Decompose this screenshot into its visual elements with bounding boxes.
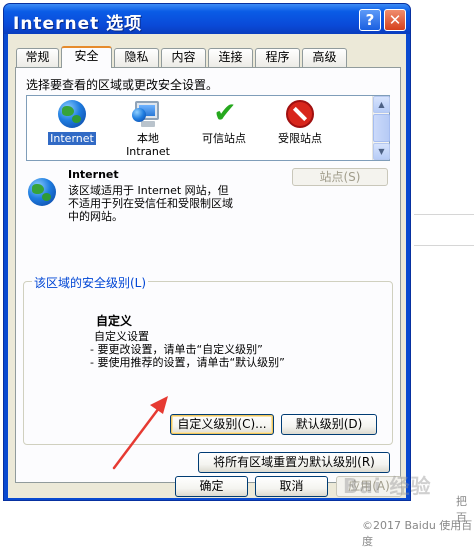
sites-button[interactable]: 站点(S) <box>292 168 388 186</box>
zone-description: 该区域适用于 Internet 网站，但 不适用于列在受信任和受限制区域 中的网… <box>68 184 268 223</box>
check-icon: ✔ <box>213 96 237 129</box>
zone-description-line: 该区域适用于 Internet 网站，但 <box>68 184 229 197</box>
zone-trusted-sites[interactable]: ✔ 可信站点 <box>191 96 257 146</box>
level-title: 自定义 <box>96 314 133 328</box>
zone-label: 本地 <box>137 132 159 145</box>
scroll-up-icon[interactable]: ▲ <box>373 96 390 113</box>
zone-description-line: 不适用于列在受信任和受限制区域 <box>68 197 233 210</box>
zone-info: Internet 该区域适用于 Internet 网站，但 不适用于列在受信任和… <box>26 168 396 228</box>
security-tab-panel: 选择要查看的区域或更改安全设置。 Internet 本地 Intranet ✔ … <box>15 67 401 483</box>
zone-label-line2: Intranet <box>126 145 170 158</box>
zone-prompt: 选择要查看的区域或更改安全设置。 <box>26 78 219 92</box>
ok-button[interactable]: 确定 <box>175 476 248 497</box>
help-icon: ? <box>365 11 375 29</box>
tab-privacy[interactable]: 隐私 <box>114 48 159 67</box>
background-divider <box>414 214 474 215</box>
close-icon: ✕ <box>388 11 402 29</box>
tab-connections[interactable]: 连接 <box>208 48 253 67</box>
zone-scrollbar[interactable]: ▲ ▼ <box>372 96 390 160</box>
level-line: - 要使用推荐的设置，请单击“默认级别” <box>90 356 285 369</box>
window-title: Internet 选项 <box>13 14 143 34</box>
restricted-icon <box>284 98 316 130</box>
dialog-client-area: 常规 安全 隐私 内容 连接 程序 高级 选择要查看的区域或更改安全设置。 In… <box>8 34 406 498</box>
zone-restricted-sites[interactable]: 受限站点 <box>267 98 333 145</box>
cancel-button[interactable]: 取消 <box>255 476 328 497</box>
tab-general[interactable]: 常规 <box>16 48 59 67</box>
scroll-down-icon[interactable]: ▼ <box>373 143 390 160</box>
tab-programs[interactable]: 程序 <box>255 48 300 67</box>
zone-description-line: 中的网站。 <box>68 210 123 223</box>
local-intranet-icon <box>132 98 164 130</box>
close-button[interactable]: ✕ <box>384 9 406 31</box>
zone-list[interactable]: Internet 本地 Intranet ✔ 可信站点 受限站点 ▲ ▼ <box>26 95 390 161</box>
zone-label: 可信站点 <box>202 132 246 145</box>
zone-internet[interactable]: Internet <box>39 98 105 145</box>
default-level-button[interactable]: 默认级别(D) <box>281 414 377 435</box>
tab-advanced[interactable]: 高级 <box>302 48 347 67</box>
baidu-logo-watermark: Bai 经验 <box>343 474 432 498</box>
title-bar[interactable]: Internet 选项 ? ✕ <box>4 4 410 34</box>
scroll-thumb[interactable] <box>373 114 390 142</box>
background-divider <box>414 245 474 246</box>
help-button[interactable]: ? <box>359 9 381 31</box>
zone-label: Internet <box>48 132 96 145</box>
group-title: 该区域的安全级别(L) <box>32 274 149 291</box>
internet-options-window: Internet 选项 ? ✕ 常规 安全 隐私 内容 连接 程序 高级 选择要… <box>3 3 411 501</box>
zone-label: 受限站点 <box>278 132 322 145</box>
custom-level-button[interactable]: 自定义级别(C)... <box>170 414 274 435</box>
level-line: - 要更改设置，请单击“自定义级别” <box>90 343 263 356</box>
security-level-group: 该区域的安全级别(L) 自定义 自定义设置 - 要更改设置，请单击“自定义级别”… <box>23 274 393 445</box>
tab-content[interactable]: 内容 <box>161 48 206 67</box>
zone-local-intranet[interactable]: 本地 Intranet <box>115 98 181 158</box>
copyright-watermark: ©2017 Baidu 使用百度 <box>362 519 473 548</box>
tab-security[interactable]: 安全 <box>61 46 112 68</box>
globe-icon <box>26 176 58 208</box>
level-line: 自定义设置 <box>94 330 149 343</box>
selected-zone-name: Internet <box>68 168 119 181</box>
globe-icon <box>56 98 88 130</box>
